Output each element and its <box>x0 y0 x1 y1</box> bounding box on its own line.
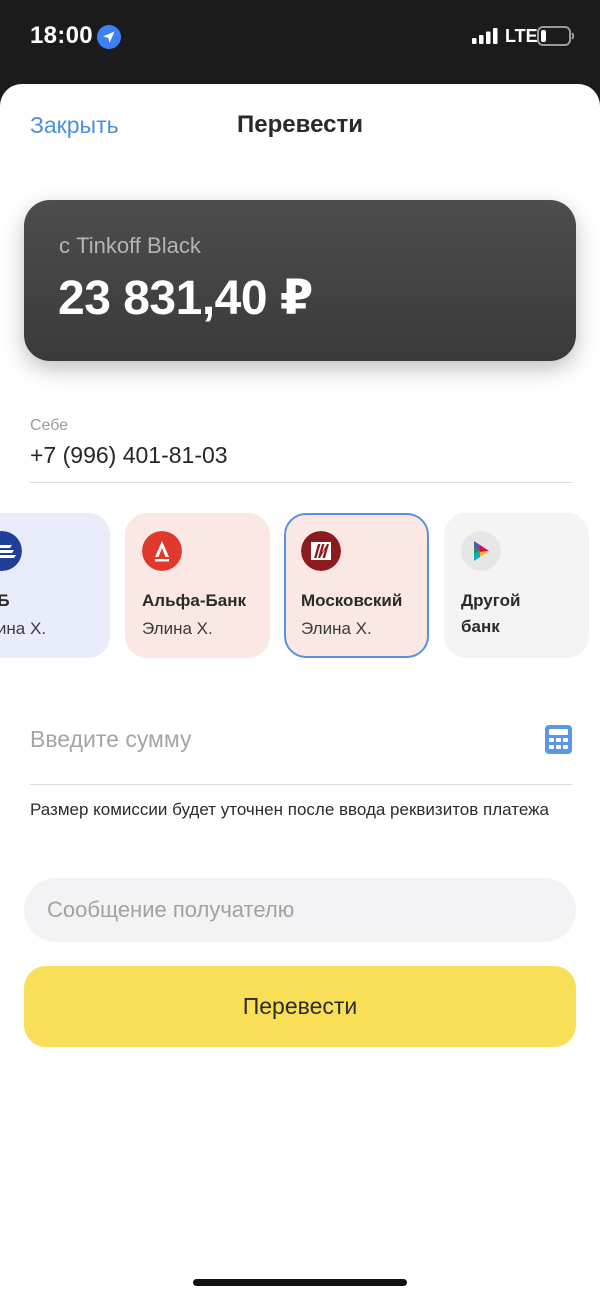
battery-icon <box>537 26 575 46</box>
source-account-label: с Tinkoff Black <box>59 233 201 258</box>
commission-note: Размер комиссии будет уточнен после ввод… <box>30 800 549 819</box>
recipient-label: Себе <box>30 417 69 434</box>
alfa-bank-logo-icon <box>142 531 182 571</box>
bank-name-line2: банк <box>461 617 500 636</box>
status-bar: 18:00 LTE <box>0 0 600 84</box>
bank-name: Московский <box>301 591 403 610</box>
message-input[interactable] <box>24 878 576 942</box>
source-account-card[interactable]: с Tinkoff Black 23 831,40 ₽ <box>24 200 576 361</box>
divider <box>30 482 572 483</box>
divider <box>30 784 572 785</box>
sbp-logo-icon <box>461 531 501 571</box>
transfer-sheet: Закрыть Перевести с Tinkoff Black 23 831… <box>0 84 600 1297</box>
bank-option-vtb[interactable]: ТБ лина Х. <box>0 513 110 658</box>
page-title: Перевести <box>237 111 363 138</box>
bank-option-mkb[interactable]: Московский Элина Х. <box>284 513 429 658</box>
bank-name: Другой <box>461 591 521 610</box>
bank-option-other[interactable]: Другой банк <box>444 513 589 658</box>
home-indicator[interactable] <box>193 1279 407 1286</box>
bank-option-alfa[interactable]: Альфа-Банк Элина Х. <box>125 513 270 658</box>
bank-owner: лина Х. <box>0 619 47 638</box>
mkb-logo-icon <box>301 531 341 571</box>
bank-name: Альфа-Банк <box>142 591 246 610</box>
bank-owner: Элина Х. <box>142 619 213 638</box>
vtb-logo-icon <box>0 531 22 571</box>
transfer-button[interactable]: Перевести <box>24 966 576 1047</box>
network-type: LTE <box>505 26 538 46</box>
bank-name: ТБ <box>0 591 10 610</box>
bank-owner: Элина Х. <box>301 619 372 638</box>
calculator-icon[interactable] <box>545 725 572 754</box>
location-arrow-icon <box>97 25 121 49</box>
account-balance: 23 831,40 ₽ <box>58 272 313 325</box>
signal-bars-icon <box>472 28 498 44</box>
recipient-phone-field[interactable]: +7 (996) 401-81-03 <box>30 442 228 469</box>
amount-input[interactable] <box>30 724 530 754</box>
status-time: 18:00 <box>30 22 93 49</box>
bank-selector: ТБ лина Х. Альфа-Банк Элина Х. Московски… <box>0 513 600 658</box>
